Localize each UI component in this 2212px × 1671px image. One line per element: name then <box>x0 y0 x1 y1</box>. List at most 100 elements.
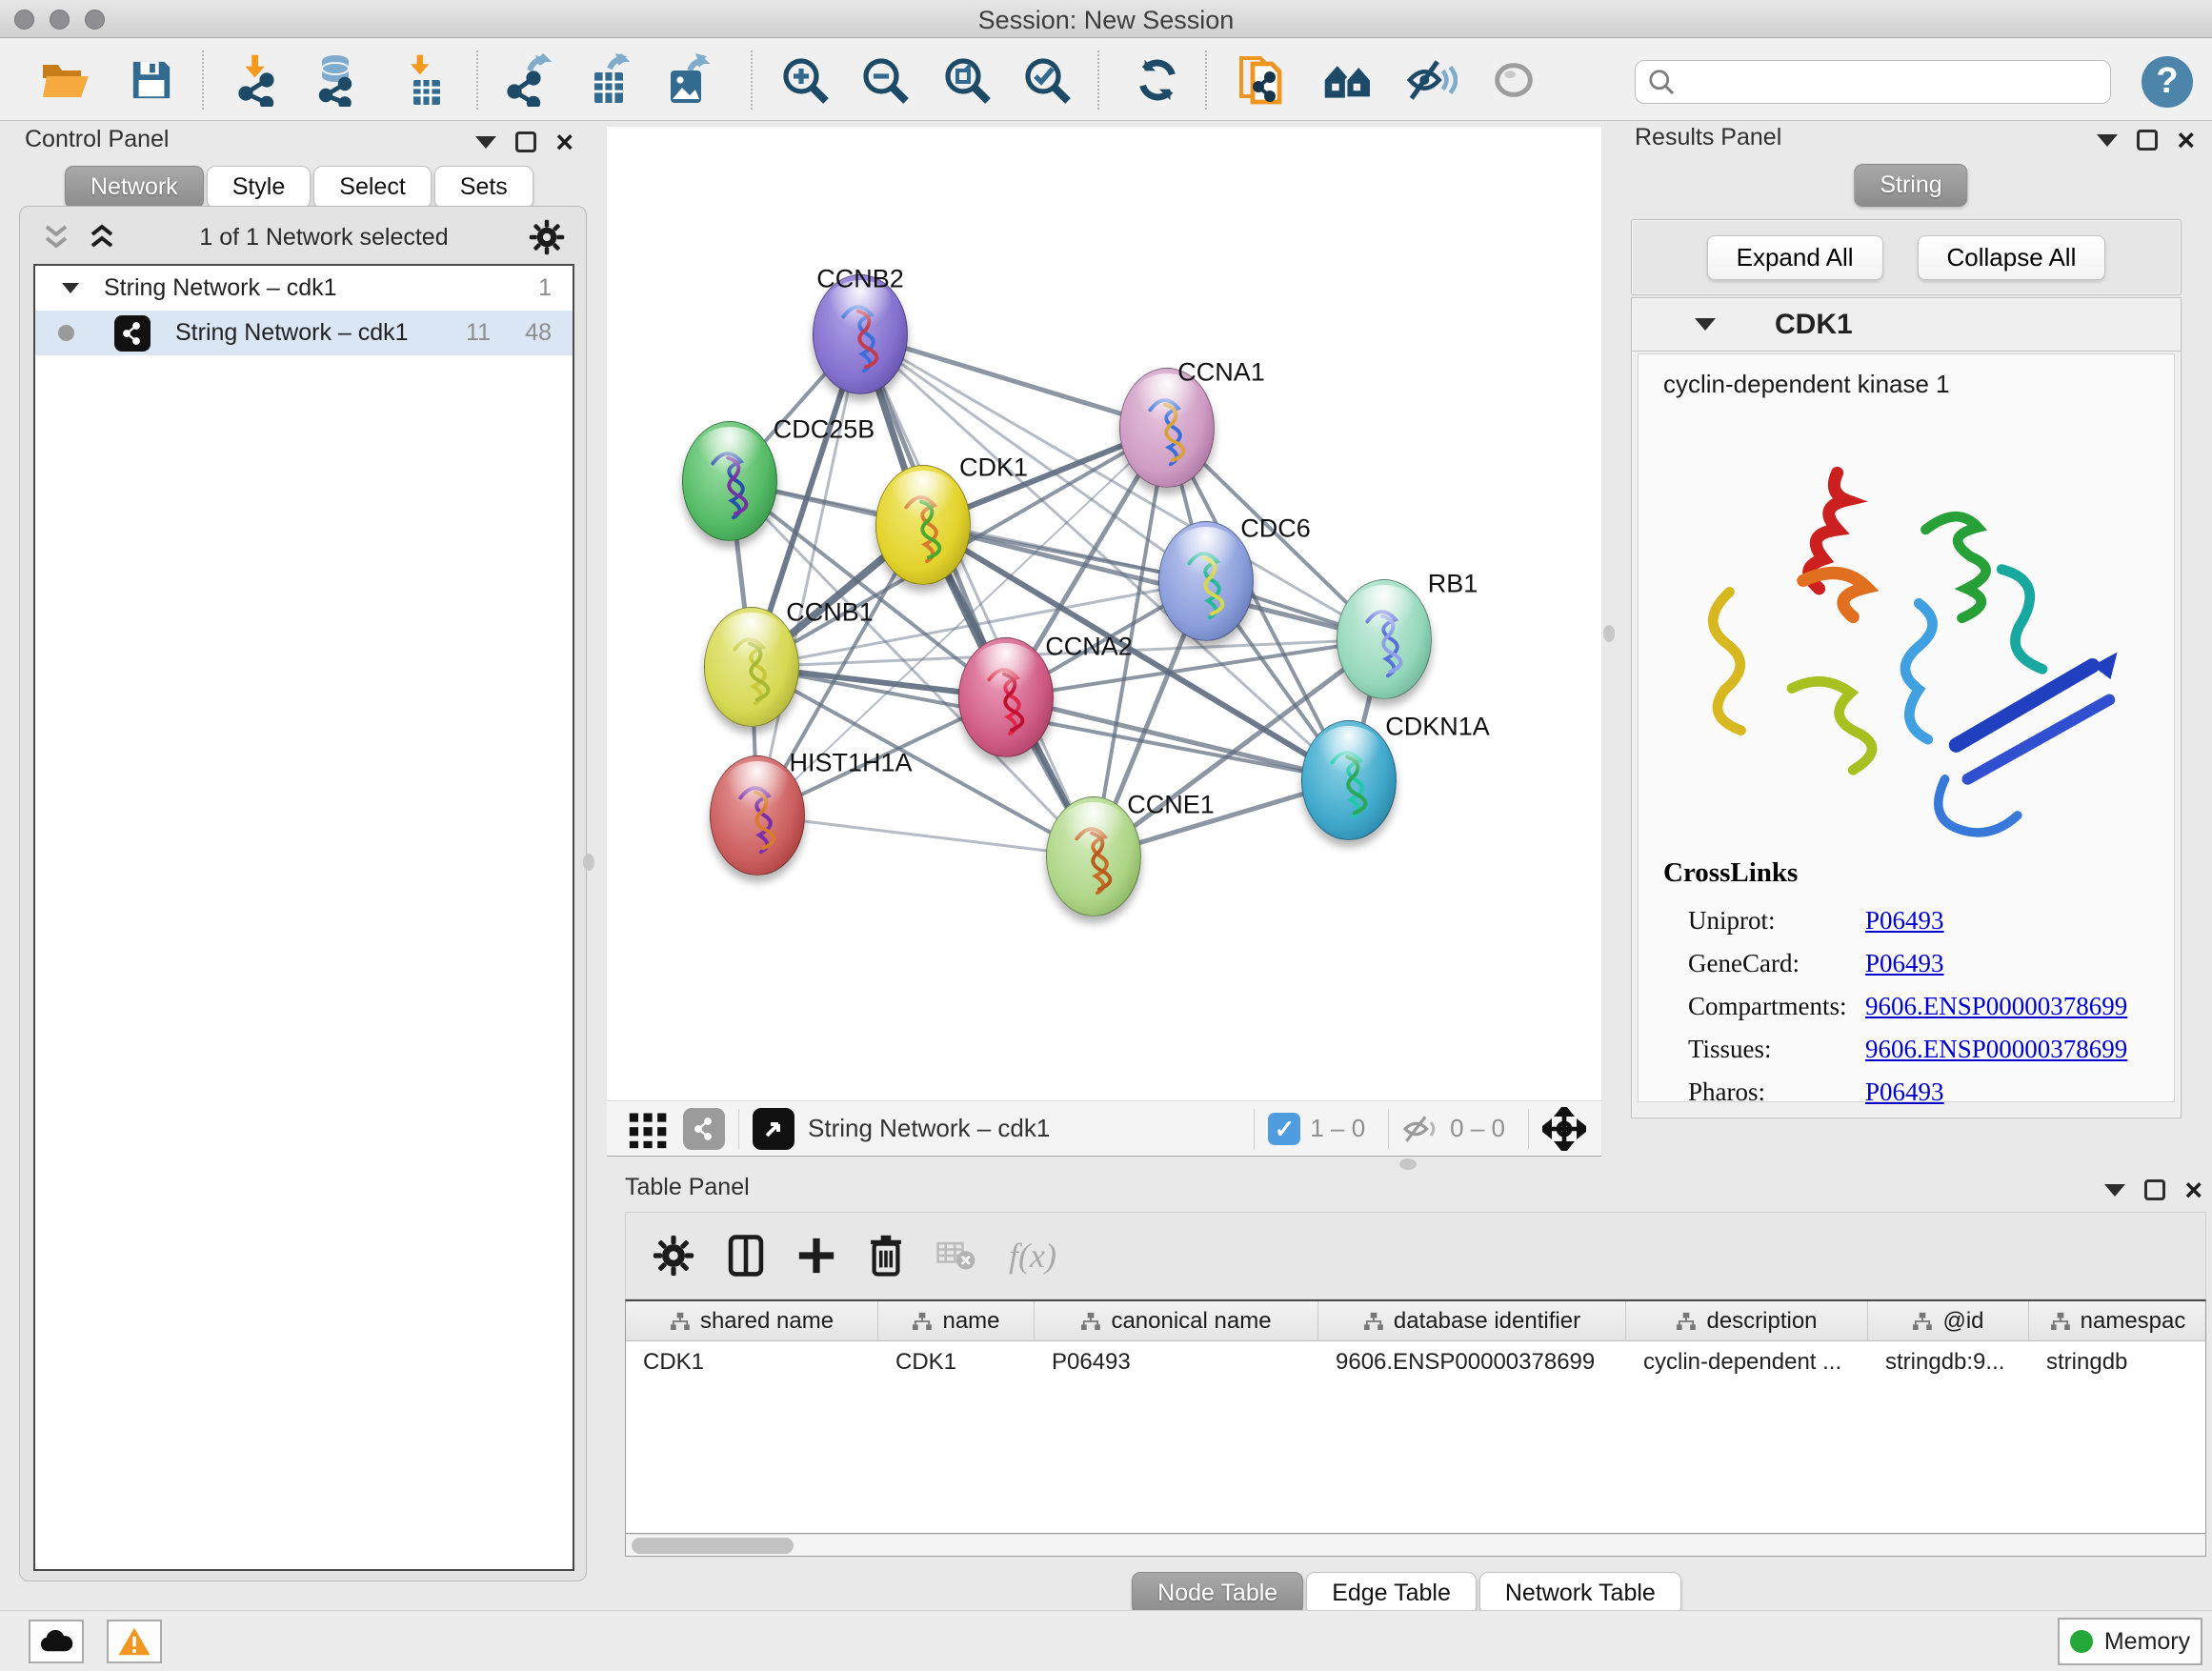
table-type-tabs: Node TableEdge TableNetwork Table <box>617 1572 2199 1615</box>
network-from-document-button[interactable] <box>1233 52 1292 108</box>
birds-eye-view-icon[interactable] <box>753 1108 794 1150</box>
table-horizontal-scrollbar[interactable] <box>625 1534 2206 1557</box>
node-CDC25B[interactable] <box>682 421 777 541</box>
gene-expand-caret-icon[interactable] <box>1695 318 1716 331</box>
show-columns-icon[interactable] <box>727 1234 765 1278</box>
crosslink-value-link[interactable]: P06493 <box>1865 949 1944 978</box>
column-header-name[interactable]: name <box>878 1301 1035 1340</box>
edge-CCNB2-HIST1H1A[interactable] <box>757 334 860 815</box>
show-all-button[interactable] <box>1484 52 1543 108</box>
node-CDK1[interactable] <box>875 465 971 585</box>
node-CDC6[interactable] <box>1158 521 1254 641</box>
column-header-shared-name[interactable]: shared name <box>626 1301 878 1340</box>
table-settings-gear-icon[interactable] <box>653 1235 694 1277</box>
node-RB1[interactable] <box>1337 579 1432 699</box>
memory-button[interactable]: Memory <box>2058 1618 2202 1665</box>
collapse-all-button[interactable]: Collapse All <box>1918 235 2106 280</box>
open-session-button[interactable] <box>36 52 95 108</box>
expand-all-button[interactable]: Expand All <box>1707 235 1883 280</box>
tab-sets[interactable]: Sets <box>434 166 533 209</box>
column-header-namespac[interactable]: namespac <box>2029 1301 2206 1340</box>
save-session-button[interactable] <box>122 52 181 108</box>
column-header-database-identifier[interactable]: database identifier <box>1318 1301 1626 1340</box>
crosslink-label: Tissues: <box>1688 1035 1865 1064</box>
hide-selected-button[interactable] <box>1402 52 1461 108</box>
float-panel-icon[interactable] <box>515 131 536 152</box>
zoom-out-button[interactable] <box>855 52 915 108</box>
apply-layout-button[interactable] <box>1128 52 1187 108</box>
tab-edge-table[interactable]: Edge Table <box>1306 1572 1477 1615</box>
table-cell: cyclin-dependent ... <box>1626 1341 1868 1383</box>
node-CDKN1A[interactable] <box>1301 720 1397 840</box>
crosslink-value-link[interactable]: P06493 <box>1865 906 1944 936</box>
network-options-gear-icon[interactable] <box>529 219 565 255</box>
create-column-plus-icon[interactable] <box>797 1237 835 1275</box>
collection-expand-caret-icon[interactable] <box>62 283 79 293</box>
network-collection-row[interactable]: String Network – cdk1 1 <box>35 266 573 311</box>
crosslink-label: Uniprot: <box>1688 906 1865 936</box>
edge-HIST1H1A-CCNE1[interactable] <box>757 815 1094 856</box>
scrollbar-thumb[interactable] <box>632 1538 794 1554</box>
float-panel-icon[interactable] <box>2144 1179 2165 1200</box>
column-header--id[interactable]: @id <box>1868 1301 2029 1340</box>
expand-all-networks-icon[interactable] <box>87 223 119 252</box>
zoom-fit-button[interactable] <box>937 52 996 108</box>
pan-crosshair-icon[interactable] <box>1542 1107 1586 1151</box>
column-header-description[interactable]: description <box>1626 1301 1868 1340</box>
collapse-all-networks-icon[interactable] <box>41 223 73 252</box>
node-CCNA2[interactable] <box>958 637 1054 757</box>
close-panel-icon[interactable]: × <box>2177 130 2195 151</box>
column-header-canonical-name[interactable]: canonical name <box>1035 1301 1318 1340</box>
collapse-panel-icon[interactable] <box>2097 134 2118 147</box>
collapse-panel-icon[interactable] <box>475 136 496 149</box>
delete-column-trash-icon[interactable] <box>868 1234 904 1278</box>
tab-network-table[interactable]: Network Table <box>1479 1572 1681 1615</box>
network-share-view-icon[interactable] <box>683 1108 725 1150</box>
selected-checkbox-icon[interactable]: ✓ <box>1268 1113 1300 1145</box>
cloud-icon <box>38 1628 74 1655</box>
first-neighbors-button[interactable] <box>1318 52 1377 108</box>
bottom-splitter-handle[interactable] <box>1399 1158 1417 1170</box>
export-table-button[interactable] <box>579 52 638 108</box>
export-image-button[interactable] <box>657 52 716 108</box>
toolbar-separator <box>202 50 204 110</box>
gene-section-header[interactable]: CDK1 <box>1632 298 2181 352</box>
export-network-button[interactable] <box>499 52 558 108</box>
tab-node-table[interactable]: Node Table <box>1132 1572 1303 1615</box>
help-button[interactable]: ? <box>2142 56 2193 108</box>
search-field[interactable] <box>1635 60 2111 104</box>
zoom-selected-button[interactable] <box>1017 52 1076 108</box>
node-label-CCNB1: CCNB1 <box>786 598 874 628</box>
import-table-from-file-button[interactable] <box>392 52 452 108</box>
tab-style[interactable]: Style <box>207 166 312 209</box>
crosslink-label: Compartments: <box>1688 992 1865 1021</box>
search-input[interactable] <box>1676 63 2110 101</box>
close-panel-icon[interactable]: × <box>555 131 573 152</box>
table-row[interactable]: CDK1CDK1P064939606.ENSP00000378699cyclin… <box>626 1341 2205 1383</box>
node-CCNB1[interactable] <box>704 607 799 727</box>
grid-view-icon[interactable] <box>628 1108 670 1150</box>
float-panel-icon[interactable] <box>2137 130 2158 151</box>
column-type-icon <box>1912 1312 1933 1331</box>
network-canvas[interactable]: CCNB2CCNA1CDC25BCDK1CDC6RB1CCNB1CCNA2CDK… <box>607 127 1601 1100</box>
crosslink-value-link[interactable]: 9606.ENSP00000378699 <box>1865 992 2127 1021</box>
tab-string[interactable]: String <box>1854 164 1967 207</box>
left-splitter-handle[interactable] <box>583 854 594 871</box>
zoom-in-button[interactable] <box>775 52 835 108</box>
node-gloss-highlight <box>890 471 957 520</box>
node-table-body: CDK1CDK1P064939606.ENSP00000378699cyclin… <box>626 1341 2205 1383</box>
warnings-button[interactable] <box>107 1620 162 1663</box>
network-row[interactable]: String Network – cdk1 11 48 <box>35 311 573 355</box>
cloud-status-button[interactable] <box>29 1620 84 1663</box>
import-network-from-database-button[interactable] <box>307 52 366 108</box>
collapse-panel-icon[interactable] <box>2104 1184 2125 1197</box>
tab-network[interactable]: Network <box>65 166 204 209</box>
close-panel-icon[interactable]: × <box>2184 1179 2202 1200</box>
edge-CCNB2-CCNE1[interactable] <box>860 334 1094 856</box>
import-network-from-file-button[interactable] <box>229 52 288 108</box>
crosslink-value-link[interactable]: P06493 <box>1865 1077 1944 1107</box>
crosslink-value-link[interactable]: 9606.ENSP00000378699 <box>1865 1035 2127 1064</box>
zoom-fit-icon <box>942 55 992 105</box>
main-toolbar: ? <box>0 39 2212 121</box>
tab-select[interactable]: Select <box>313 166 431 209</box>
